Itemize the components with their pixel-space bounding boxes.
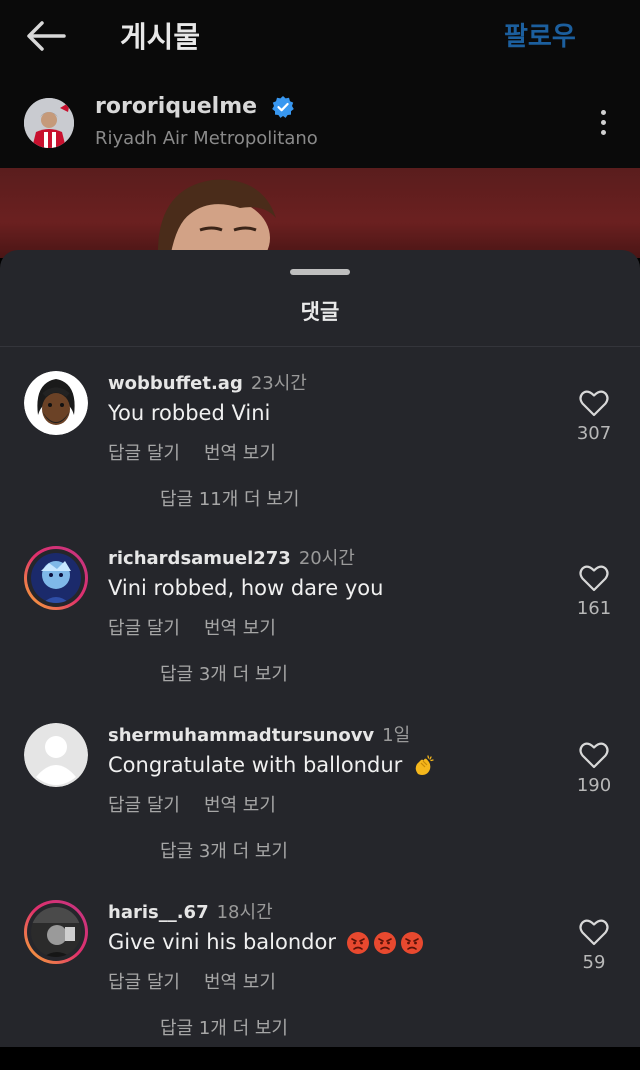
- comment-actions: 답글 달기 번역 보기: [108, 614, 300, 640]
- heart-icon[interactable]: [579, 564, 609, 592]
- commenter-username-text[interactable]: wobbuffet.ag: [108, 373, 243, 394]
- reply-button[interactable]: 답글 달기: [108, 795, 180, 816]
- sheet-drag-handle[interactable]: [290, 269, 350, 275]
- like-count: 190: [576, 775, 612, 796]
- comment-time: 1일: [382, 725, 411, 746]
- comment-text: You robbed Vini: [108, 401, 271, 425]
- back-arrow-icon[interactable]: [24, 18, 68, 54]
- commenter-avatar[interactable]: [24, 723, 88, 787]
- view-more-replies-button[interactable]: 답글 1개 더 보기: [160, 1014, 288, 1040]
- comment-item: haris__.67 18시간 Give vini his balondor 답글…: [0, 900, 640, 1070]
- translate-button[interactable]: 번역 보기: [204, 795, 276, 816]
- author-username-text[interactable]: rororiquelme: [95, 94, 257, 119]
- comment-actions: 답글 달기 번역 보기: [108, 439, 300, 465]
- comment-item: shermuhammadtursunovv 1일 Congratulate wit…: [0, 723, 640, 893]
- view-more-replies-button[interactable]: 답글 3개 더 보기: [160, 837, 288, 863]
- commenter-username[interactable]: wobbuffet.ag 23시간: [108, 369, 307, 395]
- verified-badge-icon: [271, 96, 294, 118]
- post-image: [0, 168, 640, 258]
- commenter-username-text[interactable]: shermuhammadtursunovv: [108, 725, 374, 746]
- commenter-avatar[interactable]: [24, 546, 88, 610]
- commenter-username[interactable]: richardsamuel273 20시간: [108, 544, 355, 570]
- divider: [0, 346, 640, 347]
- commenter-username-text[interactable]: haris__.67: [108, 902, 209, 923]
- comment-text: Congratulate with ballondur: [108, 753, 436, 778]
- top-bar: 게시물 팔로우: [0, 0, 640, 76]
- comment-text: Vini robbed, how dare you: [108, 576, 384, 600]
- view-more-replies-button[interactable]: 답글 11개 더 보기: [160, 485, 299, 511]
- angry-face-emoji-icon: [373, 932, 396, 954]
- commenter-username[interactable]: shermuhammadtursunovv 1일: [108, 721, 410, 747]
- comment-actions: 답글 달기 번역 보기: [108, 968, 300, 994]
- reply-button[interactable]: 답글 달기: [108, 618, 180, 639]
- translate-button[interactable]: 번역 보기: [204, 972, 276, 993]
- clapping-hands-emoji-icon: [415, 755, 434, 775]
- page-title: 게시물: [120, 20, 201, 54]
- view-more-replies-button[interactable]: 답글 3개 더 보기: [160, 660, 288, 686]
- post-location[interactable]: Riyadh Air Metropolitano: [95, 128, 318, 149]
- comments-title: 댓글: [300, 300, 340, 324]
- comment-actions: 답글 달기 번역 보기: [108, 791, 300, 817]
- comment-time: 18시간: [216, 902, 273, 923]
- comment-time: 20시간: [298, 548, 355, 569]
- author-username[interactable]: rororiquelme: [95, 94, 295, 119]
- translate-button[interactable]: 번역 보기: [204, 618, 276, 639]
- comment-text-content: Give vini his balondor: [108, 930, 336, 954]
- reply-button[interactable]: 답글 달기: [108, 972, 180, 993]
- post-author-row: rororiquelme Riyadh Air Metropolitano: [0, 76, 640, 168]
- like-count: 59: [582, 952, 606, 973]
- more-options-icon[interactable]: [596, 110, 610, 140]
- follow-button[interactable]: 팔로우: [504, 16, 576, 53]
- comments-sheet: 댓글 wobbuffet.ag 23시간 You robbed Vini 답글 달…: [0, 250, 640, 1047]
- comment-item: wobbuffet.ag 23시간 You robbed Vini 답글 달기 번역…: [0, 371, 640, 541]
- angry-face-emoji-icon: [346, 932, 369, 954]
- translate-button[interactable]: 번역 보기: [204, 443, 276, 464]
- heart-icon[interactable]: [579, 918, 609, 946]
- comment-time: 23시간: [250, 373, 307, 394]
- commenter-username-text[interactable]: richardsamuel273: [108, 548, 291, 569]
- author-avatar[interactable]: [24, 98, 74, 148]
- comment-item: richardsamuel273 20시간 Vini robbed, how da…: [0, 546, 640, 716]
- reply-button[interactable]: 답글 달기: [108, 443, 180, 464]
- like-count: 307: [576, 423, 612, 444]
- comment-text-content: Congratulate with ballondur: [108, 753, 403, 777]
- commenter-username[interactable]: haris__.67 18시간: [108, 898, 273, 924]
- angry-face-emoji-icon: [400, 932, 423, 954]
- comment-text: Give vini his balondor: [108, 930, 424, 955]
- commenter-avatar[interactable]: [24, 900, 88, 964]
- heart-icon[interactable]: [579, 389, 609, 417]
- like-count: 161: [576, 598, 612, 619]
- heart-icon[interactable]: [579, 741, 609, 769]
- commenter-avatar[interactable]: [24, 371, 88, 435]
